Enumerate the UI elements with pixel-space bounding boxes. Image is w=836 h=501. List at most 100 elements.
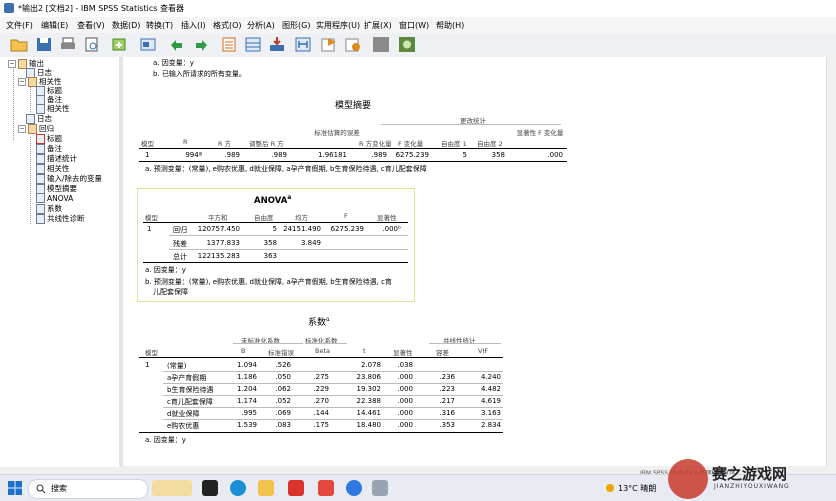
browser-icon[interactable]: [346, 480, 362, 496]
table-icon: [36, 163, 45, 174]
row-rule: [163, 419, 503, 420]
menu-utilities[interactable]: 实用程序(U): [316, 20, 360, 31]
menu-extensions[interactable]: 扩展(X): [364, 20, 392, 31]
vertical-scrollbar[interactable]: [826, 57, 836, 467]
coef-cell-variable: a孕产育假期: [167, 374, 207, 382]
coefficients-note: a. 因变量：y: [145, 436, 186, 444]
menu-transform[interactable]: 转换(T): [146, 20, 173, 31]
collapse-icon[interactable]: −: [18, 124, 26, 133]
coef-cell: 18.480: [356, 421, 382, 429]
table-rule: [139, 161, 567, 162]
ms-col-df1: 自由度 1: [441, 140, 467, 148]
ms-cell-sig-f-change: .000: [547, 151, 563, 159]
anova-col-f: F: [344, 212, 348, 220]
ms-col-adj-r2: 调整后 R 方: [249, 140, 284, 148]
coef-cell-variable: d就业保障: [167, 410, 200, 418]
menu-view[interactable]: 查看(V): [77, 20, 105, 31]
coef-cell: 2.834: [480, 421, 501, 429]
menu-edit[interactable]: 编辑(E): [41, 20, 68, 31]
app-icon[interactable]: [372, 480, 388, 496]
collapse-icon[interactable]: −: [18, 77, 26, 86]
ms-cell-r2: .989: [224, 151, 240, 159]
hide-icon[interactable]: [372, 36, 390, 53]
ms-cell-model: 1: [145, 151, 150, 159]
coef-cell: .353: [439, 421, 455, 429]
menu-graphs[interactable]: 图形(G): [282, 20, 310, 31]
menu-data[interactable]: 数据(D): [112, 20, 140, 31]
ms-cell-std-err: 1.96181: [318, 151, 347, 159]
file-explorer-icon[interactable]: [258, 480, 274, 496]
coef-cell: .316: [439, 409, 455, 417]
coef-cell: 14.461: [356, 409, 382, 417]
watermark-title: 赛之游戏网: [712, 465, 788, 483]
menu-analyze[interactable]: 分析(A): [247, 20, 275, 31]
tree-item-reg-anova[interactable]: ANOVA: [36, 193, 73, 203]
table-icon: [36, 193, 45, 203]
coef-cell: .175: [313, 421, 329, 429]
export-icon[interactable]: [110, 36, 128, 53]
wps-icon[interactable]: [288, 480, 304, 496]
menu-format[interactable]: 格式(O): [213, 20, 242, 31]
notes-icon: [36, 143, 45, 154]
anova-cell: 1377.833: [206, 239, 240, 247]
insert-title-icon[interactable]: [320, 36, 338, 53]
toolbar: [0, 33, 836, 58]
coef-cell: .995: [241, 409, 257, 417]
wps-writer-icon[interactable]: [318, 480, 334, 496]
coef-cell: .000: [397, 409, 413, 417]
insert-heading-icon[interactable]: [294, 36, 312, 53]
title-bar: *输出2 [文档2] - IBM SPSS Statistics 查看器: [0, 0, 836, 18]
prev-note-b: b. 已输入所请求的所有变量。: [153, 70, 246, 78]
group-rule: [305, 343, 347, 344]
anova-cell: 363: [263, 252, 277, 260]
taskbar-search-box[interactable]: 搜索: [28, 479, 148, 499]
anova-cell-regression: 回归: [173, 226, 187, 234]
goto-data-icon[interactable]: [220, 36, 238, 53]
anova-cell-total: 总计: [173, 253, 187, 261]
table-icon: [36, 203, 45, 214]
show-icon[interactable]: [398, 36, 416, 53]
anova-title: ANOVAa: [254, 194, 292, 206]
menu-help[interactable]: 帮助(H): [436, 20, 464, 31]
coef-cell: 22.388: [356, 397, 382, 405]
insert-text-icon[interactable]: [344, 36, 362, 53]
coef-cell-variable: (常量): [167, 362, 187, 370]
anova-cell: 120757.450: [197, 225, 240, 233]
print-preview-icon[interactable]: [83, 36, 101, 53]
weather-text: 13°C 晴朗: [618, 484, 657, 493]
menu-insert[interactable]: 插入(I): [181, 20, 206, 31]
open-icon[interactable]: [10, 36, 28, 53]
group-rule: [381, 124, 561, 125]
table-rule: [143, 262, 408, 263]
tree-item-reg-collin[interactable]: 共线性诊断: [36, 213, 85, 224]
ms-cell-adj-r2: .989: [271, 151, 287, 159]
ms-col-r2: R 方: [218, 140, 232, 148]
menu-file[interactable]: 文件(F): [6, 20, 33, 31]
task-view-icon[interactable]: [202, 480, 218, 496]
menu-window[interactable]: 窗口(W): [399, 20, 429, 31]
edge-browser-icon[interactable]: [230, 480, 246, 496]
save-icon[interactable]: [35, 36, 53, 53]
goto-case-icon[interactable]: [244, 36, 262, 53]
coef-col-b: B: [241, 347, 246, 355]
redo-icon[interactable]: [192, 36, 210, 53]
goto-variable-icon[interactable]: [268, 36, 286, 53]
coef-cell: 3.163: [480, 409, 501, 417]
taskbar: 搜索 13°C 晴朗 赛之游戏网 JIANZHIYOUXIWANG: [0, 459, 836, 501]
anova-cell: .000ᵇ: [382, 225, 401, 233]
windows-start-icon[interactable]: [8, 481, 22, 495]
undo-icon[interactable]: [168, 36, 186, 53]
table-icon: [36, 153, 45, 164]
ms-col-df2: 自由度 2: [477, 140, 503, 148]
coef-cell: .275: [313, 373, 329, 381]
search-highlight-image[interactable]: [152, 480, 192, 496]
coef-cell: 1.186: [236, 373, 257, 381]
collapse-icon[interactable]: −: [8, 59, 16, 68]
ms-col-std-err: 标准估算的误差: [314, 129, 360, 137]
table-icon: [36, 213, 45, 224]
recall-dialog-icon[interactable]: [139, 36, 157, 53]
print-icon[interactable]: [59, 36, 77, 53]
tree-line: [30, 85, 31, 112]
coef-cell: .052: [275, 397, 291, 405]
coef-cell: 19.302: [356, 385, 382, 393]
